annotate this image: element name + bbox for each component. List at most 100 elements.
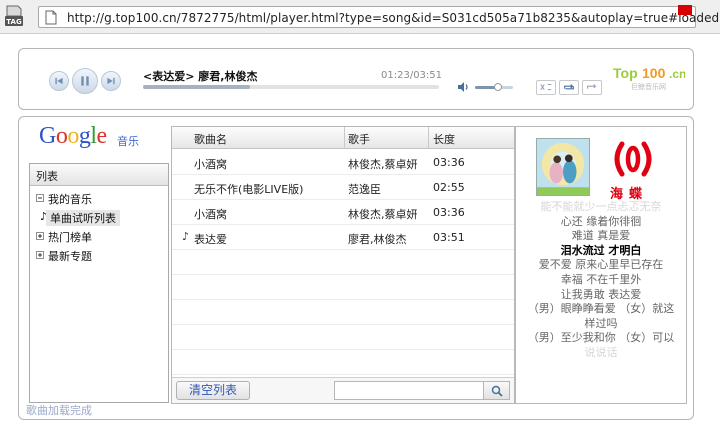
svg-text:.cn: .cn: [669, 67, 685, 81]
now-playing-title: <表达爱> 廖君,林俊杰: [143, 70, 258, 83]
status-text: 歌曲加载完成: [26, 404, 92, 417]
svg-text:Top: Top: [613, 65, 638, 81]
sidebar-item-label: 最新专题: [48, 250, 92, 263]
column-artist[interactable]: 歌手: [348, 131, 370, 147]
address-field[interactable]: http://g.top100.cn/7872775/html/player.h…: [38, 6, 719, 28]
search-input[interactable]: [334, 381, 484, 400]
empty-row: [172, 300, 514, 325]
repeat-one-button[interactable]: [582, 80, 602, 95]
logo-letter: o: [67, 123, 79, 149]
empty-row: [172, 350, 514, 375]
next-button[interactable]: [101, 71, 121, 91]
column-length[interactable]: 长度: [433, 131, 455, 147]
page-icon: [45, 10, 57, 25]
sidebar-item-new-topics[interactable]: 最新专题: [30, 246, 168, 265]
song-length: 02:55: [433, 181, 465, 194]
search-icon: [491, 385, 503, 397]
browser-toolbar: TAG http://g.top100.cn/7872775/html/play…: [0, 0, 720, 34]
lyric-line: 难道 真是爱: [571, 229, 631, 243]
lyrics-panel: 海蝶 能不能就少一点忐忑无奈 心还 缘着你徘徊 难道 真是爱 泪水流过 才明白 爱不爱 …: [515, 126, 687, 404]
svg-text:100: 100: [642, 65, 666, 81]
player-bar: <表达爱> 廖君,林俊杰 01:23/03:51 Top 100 .cn 巨鲸音…: [18, 48, 694, 110]
song-artist: 范逸臣: [348, 183, 381, 196]
lyric-line: （男）眼睁睁看爱 （女）就这: [527, 302, 675, 316]
sidebar-item-my-music[interactable]: 我的音乐: [30, 189, 168, 208]
sidebar-item-label: 单曲试听列表: [46, 210, 120, 226]
next-icon: [107, 77, 115, 85]
repeat-icon: [564, 84, 574, 90]
shuffle-button[interactable]: [536, 80, 556, 95]
logo-letter: e: [96, 123, 108, 149]
lyric-line: 幸福 不在千里外: [560, 272, 642, 286]
expand-icon[interactable]: [36, 232, 44, 240]
logo-letter: G: [39, 123, 56, 149]
song-row[interactable]: 小酒窝 林俊杰,蔡卓妍 03:36: [172, 200, 514, 225]
song-title: 小酒窝: [194, 208, 227, 221]
empty-row: [172, 325, 514, 350]
empty-row: [172, 250, 514, 275]
sidebar-item-label: 我的音乐: [48, 193, 92, 206]
top100-subtitle: 巨鲸音乐网: [631, 83, 666, 91]
pause-icon: [81, 76, 89, 86]
lyric-line: 说说话: [584, 345, 618, 359]
search-button[interactable]: [484, 381, 510, 400]
song-artist: 林俊杰,蔡卓妍: [348, 208, 418, 221]
lyric-line: 让我勇敢 表达爱: [560, 287, 642, 301]
empty-row: [172, 275, 514, 300]
song-list-footer: 清空列表: [172, 377, 514, 403]
expand-icon[interactable]: [36, 251, 44, 259]
progress-fill: [143, 85, 250, 89]
music-label: 音乐: [117, 135, 139, 148]
lyric-line: 心还 缘着你徘徊: [560, 214, 642, 228]
sidebar: 列表 我的音乐 ♪ 单曲试听列表 热门榜单 最新专题: [29, 163, 169, 403]
url-text: http://g.top100.cn/7872775/html/player.h…: [67, 11, 720, 25]
album-cover[interactable]: [536, 138, 590, 196]
song-title: 小酒窝: [194, 158, 227, 171]
column-title[interactable]: 歌曲名: [194, 131, 227, 147]
collapse-icon[interactable]: [36, 194, 44, 202]
song-length: 03:36: [433, 156, 465, 169]
music-panel: Google 音乐 列表 我的音乐 ♪ 单曲试听列表 热门榜单 最新专题 歌曲名…: [18, 116, 694, 420]
previous-button[interactable]: [49, 71, 69, 91]
lyric-line: 样过吗: [584, 316, 618, 330]
tag-icon[interactable]: TAG: [4, 4, 24, 30]
lyric-line: 爱不爱 原来心里早已存在: [538, 258, 664, 272]
logo-letter: g: [78, 123, 91, 149]
column-divider: [344, 127, 345, 149]
lyrics-list: 能不能就少一点忐忑无奈 心还 缘着你徘徊 难道 真是爱 泪水流过 才明白 爱不爱 原来心…: [516, 200, 686, 361]
volume-icon[interactable]: [457, 81, 469, 93]
logo-letter: o: [55, 123, 68, 149]
repeat-button[interactable]: [559, 80, 579, 95]
sidebar-header: 列表: [30, 164, 168, 186]
time-display: 01:23/03:51: [381, 70, 443, 81]
song-title: 无乐不作(电影LIVE版): [194, 183, 304, 196]
song-list-header: 歌曲名 歌手 长度: [172, 127, 514, 149]
volume-handle[interactable]: [493, 83, 502, 91]
song-length: 03:36: [433, 206, 465, 219]
song-row[interactable]: ♪ 表达爱 廖君,林俊杰 03:51: [172, 225, 514, 250]
clear-list-button[interactable]: 清空列表: [176, 381, 250, 400]
svg-text:TAG: TAG: [6, 18, 22, 26]
song-artist: 廖君,林俊杰: [348, 233, 407, 246]
shuffle-icon: [540, 83, 552, 91]
google-logo[interactable]: Google: [39, 123, 107, 150]
song-length: 03:51: [433, 231, 465, 244]
volume-slider[interactable]: [475, 83, 513, 91]
song-title: 表达爱: [194, 233, 227, 246]
song-artist: 林俊杰,蔡卓妍: [348, 158, 418, 171]
pause-button[interactable]: [72, 68, 98, 94]
lyric-line-current: 泪水流过 才明白: [560, 243, 642, 257]
sidebar-item-single-list[interactable]: ♪ 单曲试听列表: [30, 208, 168, 227]
previous-icon: [55, 77, 63, 85]
lyric-line: （男）至少我和你 （女）可以: [527, 331, 675, 345]
sidebar-item-hot-charts[interactable]: 热门榜单: [30, 227, 168, 246]
column-divider: [428, 127, 429, 149]
progress-bar[interactable]: [143, 85, 439, 89]
song-row[interactable]: 无乐不作(电影LIVE版) 范逸臣 02:55: [172, 175, 514, 200]
sidebar-item-label: 热门榜单: [48, 231, 92, 244]
label-logo: [614, 141, 652, 177]
repeat-one-icon: [587, 84, 597, 89]
flag-icon[interactable]: [678, 5, 692, 15]
song-row[interactable]: 小酒窝 林俊杰,蔡卓妍 03:36: [172, 150, 514, 175]
lyric-line: 能不能就少一点忐忑无奈: [540, 200, 662, 213]
